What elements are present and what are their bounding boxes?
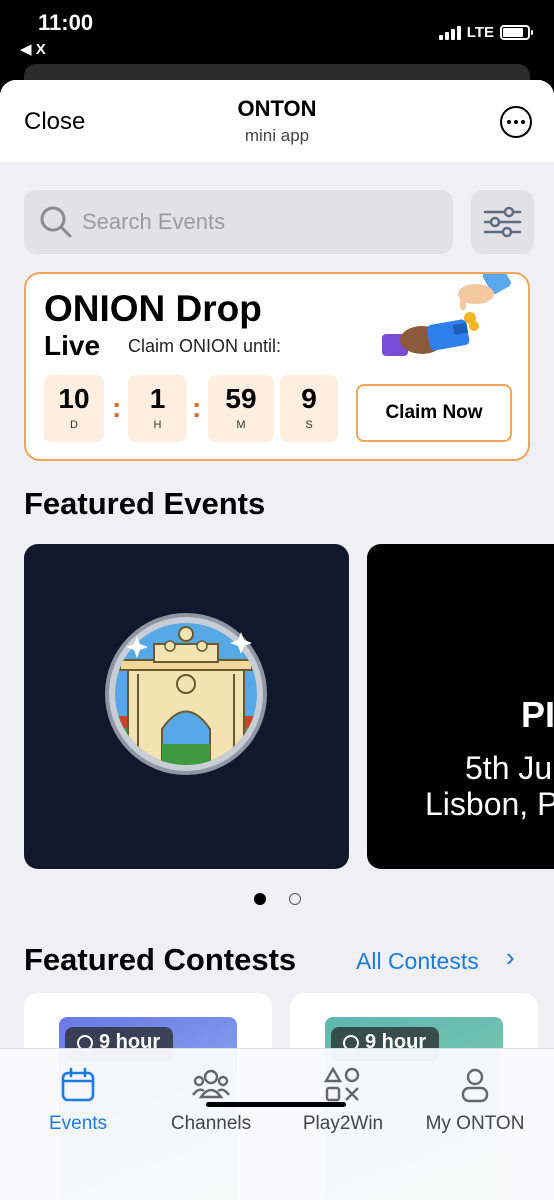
- calendar-icon: [61, 1067, 95, 1102]
- sliders-icon: [483, 206, 522, 238]
- event-artwork-arch: [105, 613, 267, 775]
- countdown-days-unit: D: [70, 419, 78, 431]
- countdown-seconds-value: 9: [301, 383, 317, 414]
- tab-events[interactable]: Events: [9, 1049, 147, 1159]
- mini-app-sheet: Close ONTON mini app ONION Drop Live Cla…: [0, 80, 554, 1200]
- countdown-days: 10 D: [44, 375, 104, 442]
- countdown-separator: :: [112, 392, 122, 423]
- drop-live-label: Live: [44, 330, 101, 361]
- search-icon: [40, 206, 72, 238]
- battery-icon: [500, 25, 533, 40]
- app-header: Close ONTON mini app: [0, 80, 554, 162]
- featured-events-title: Featured Events: [24, 486, 266, 521]
- more-options-icon[interactable]: [500, 106, 532, 138]
- home-indicator[interactable]: [206, 1102, 346, 1107]
- drop-title: ONION Drop: [44, 288, 262, 329]
- signal-icon: [438, 25, 461, 40]
- countdown-seconds: 9 S: [280, 375, 338, 442]
- back-to-app-link[interactable]: ◀ X: [20, 40, 46, 58]
- featured-contests-title: Featured Contests: [24, 942, 297, 977]
- countdown-days-value: 10: [58, 383, 90, 414]
- carousel-dot-active[interactable]: [254, 893, 266, 905]
- event-card[interactable]: [24, 544, 349, 869]
- event-card-date: 5th Ju: [465, 750, 553, 786]
- tab-my-onton[interactable]: My ONTON: [406, 1049, 544, 1159]
- countdown-seconds-unit: S: [305, 419, 313, 431]
- claim-until-label: Claim ONION until:: [128, 336, 282, 356]
- all-contests-link[interactable]: All Contests: [356, 948, 479, 975]
- person-icon: [461, 1068, 489, 1103]
- people-icon: [192, 1069, 230, 1099]
- event-card-title: PI: [521, 694, 554, 735]
- hands-wallet-illustration: [382, 274, 511, 356]
- countdown-minutes-unit: M: [236, 419, 246, 431]
- tab-label: My ONTON: [425, 1113, 525, 1134]
- status-indicators: LTE: [438, 24, 533, 41]
- search-bar[interactable]: [24, 190, 453, 254]
- countdown-minutes-value: 59: [225, 383, 257, 414]
- filter-button[interactable]: [471, 190, 534, 254]
- countdown-hours: 1 H: [128, 375, 187, 442]
- countdown-minutes: 59 M: [208, 375, 274, 442]
- app-subtitle: mini app: [244, 126, 310, 145]
- app-title: ONTON: [237, 96, 317, 121]
- countdown-hours-unit: H: [153, 419, 162, 431]
- onion-drop-card: ONION Drop Live Claim ONION until: 10 D …: [24, 272, 530, 461]
- countdown-separator: :: [192, 392, 202, 423]
- tab-label: Events: [48, 1113, 108, 1134]
- network-label: LTE: [466, 24, 494, 41]
- chevron-right-icon[interactable]: ›: [506, 942, 515, 973]
- event-card[interactable]: PI 5th Ju Lisbon, P: [367, 544, 554, 869]
- countdown-hours-value: 1: [149, 383, 166, 414]
- tab-label: Play2Win: [302, 1113, 384, 1134]
- bottom-tab-bar: Events Channels Play2Win My ONTON: [0, 1048, 554, 1200]
- status-time: 11:00: [38, 10, 94, 35]
- claim-now-button[interactable]: Claim Now: [356, 384, 512, 442]
- shapes-icon: [323, 1066, 360, 1102]
- carousel-dot[interactable]: [289, 893, 301, 905]
- search-input[interactable]: [82, 190, 442, 254]
- tab-label: Channels: [170, 1113, 252, 1134]
- status-bar: 11:00 ◀ X LTE: [0, 0, 554, 64]
- event-card-location: Lisbon, P: [425, 786, 554, 822]
